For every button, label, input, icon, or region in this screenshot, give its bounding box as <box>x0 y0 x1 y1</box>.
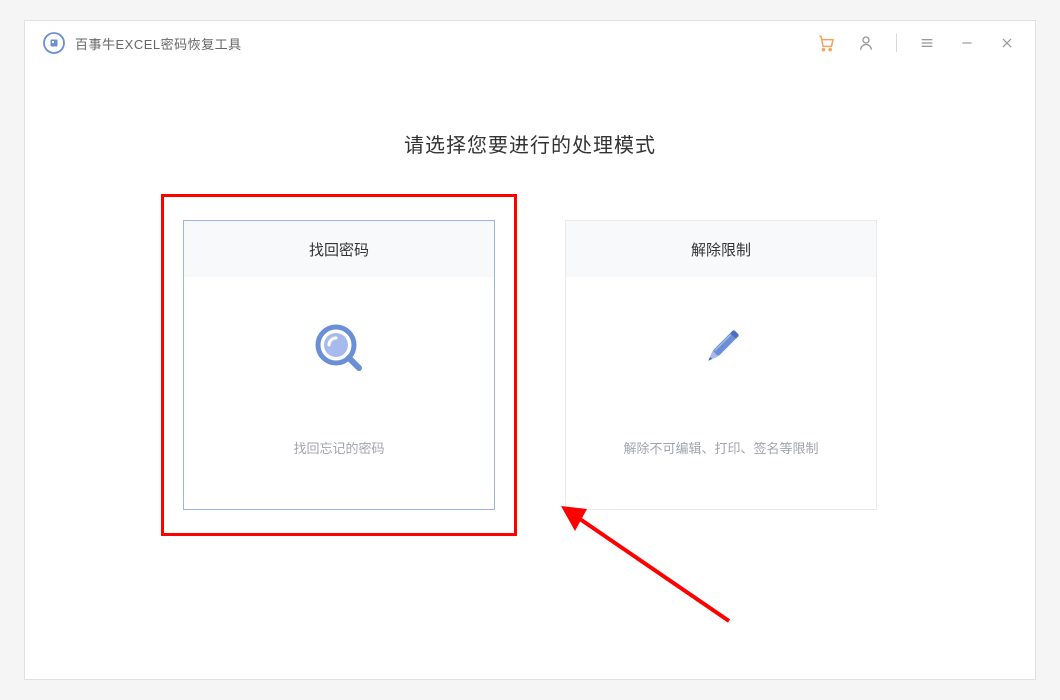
cart-icon[interactable] <box>816 33 836 53</box>
unlock-card-desc: 解除不可编辑、打印、签名等限制 <box>623 438 818 457</box>
app-window: 百事牛EXCEL密码恢复工具 <box>24 20 1036 680</box>
app-logo-icon <box>43 32 65 54</box>
unlock-restriction-card[interactable]: 解除限制 <box>565 220 877 510</box>
close-icon[interactable] <box>997 33 1017 53</box>
cards-row: 找回密码 找回忘记的密码 <box>183 220 877 510</box>
main-content: 请选择您要进行的处理模式 找回密码 <box>25 65 1035 510</box>
title-bar: 百事牛EXCEL密码恢复工具 <box>25 21 1035 65</box>
recover-card-title: 找回密码 <box>184 221 494 277</box>
card-wrapper-recover: 找回密码 找回忘记的密码 <box>183 220 495 510</box>
title-left: 百事牛EXCEL密码恢复工具 <box>43 32 242 54</box>
divider <box>896 34 897 52</box>
arrow-annotation <box>559 501 739 631</box>
magnifier-icon <box>311 320 367 376</box>
recover-card-desc: 找回忘记的密码 <box>293 438 384 457</box>
page-heading: 请选择您要进行的处理模式 <box>404 129 656 158</box>
recover-card-body: 找回忘记的密码 <box>184 277 494 509</box>
minimize-icon[interactable] <box>957 33 977 53</box>
menu-icon[interactable] <box>917 33 937 53</box>
title-right <box>816 33 1017 53</box>
user-icon[interactable] <box>856 33 876 53</box>
unlock-card-title: 解除限制 <box>566 221 876 277</box>
pencil-icon <box>693 320 749 376</box>
recover-password-card[interactable]: 找回密码 找回忘记的密码 <box>183 220 495 510</box>
unlock-card-body: 解除不可编辑、打印、签名等限制 <box>566 277 876 509</box>
app-title: 百事牛EXCEL密码恢复工具 <box>75 34 242 53</box>
card-wrapper-unlock: 解除限制 <box>565 220 877 510</box>
